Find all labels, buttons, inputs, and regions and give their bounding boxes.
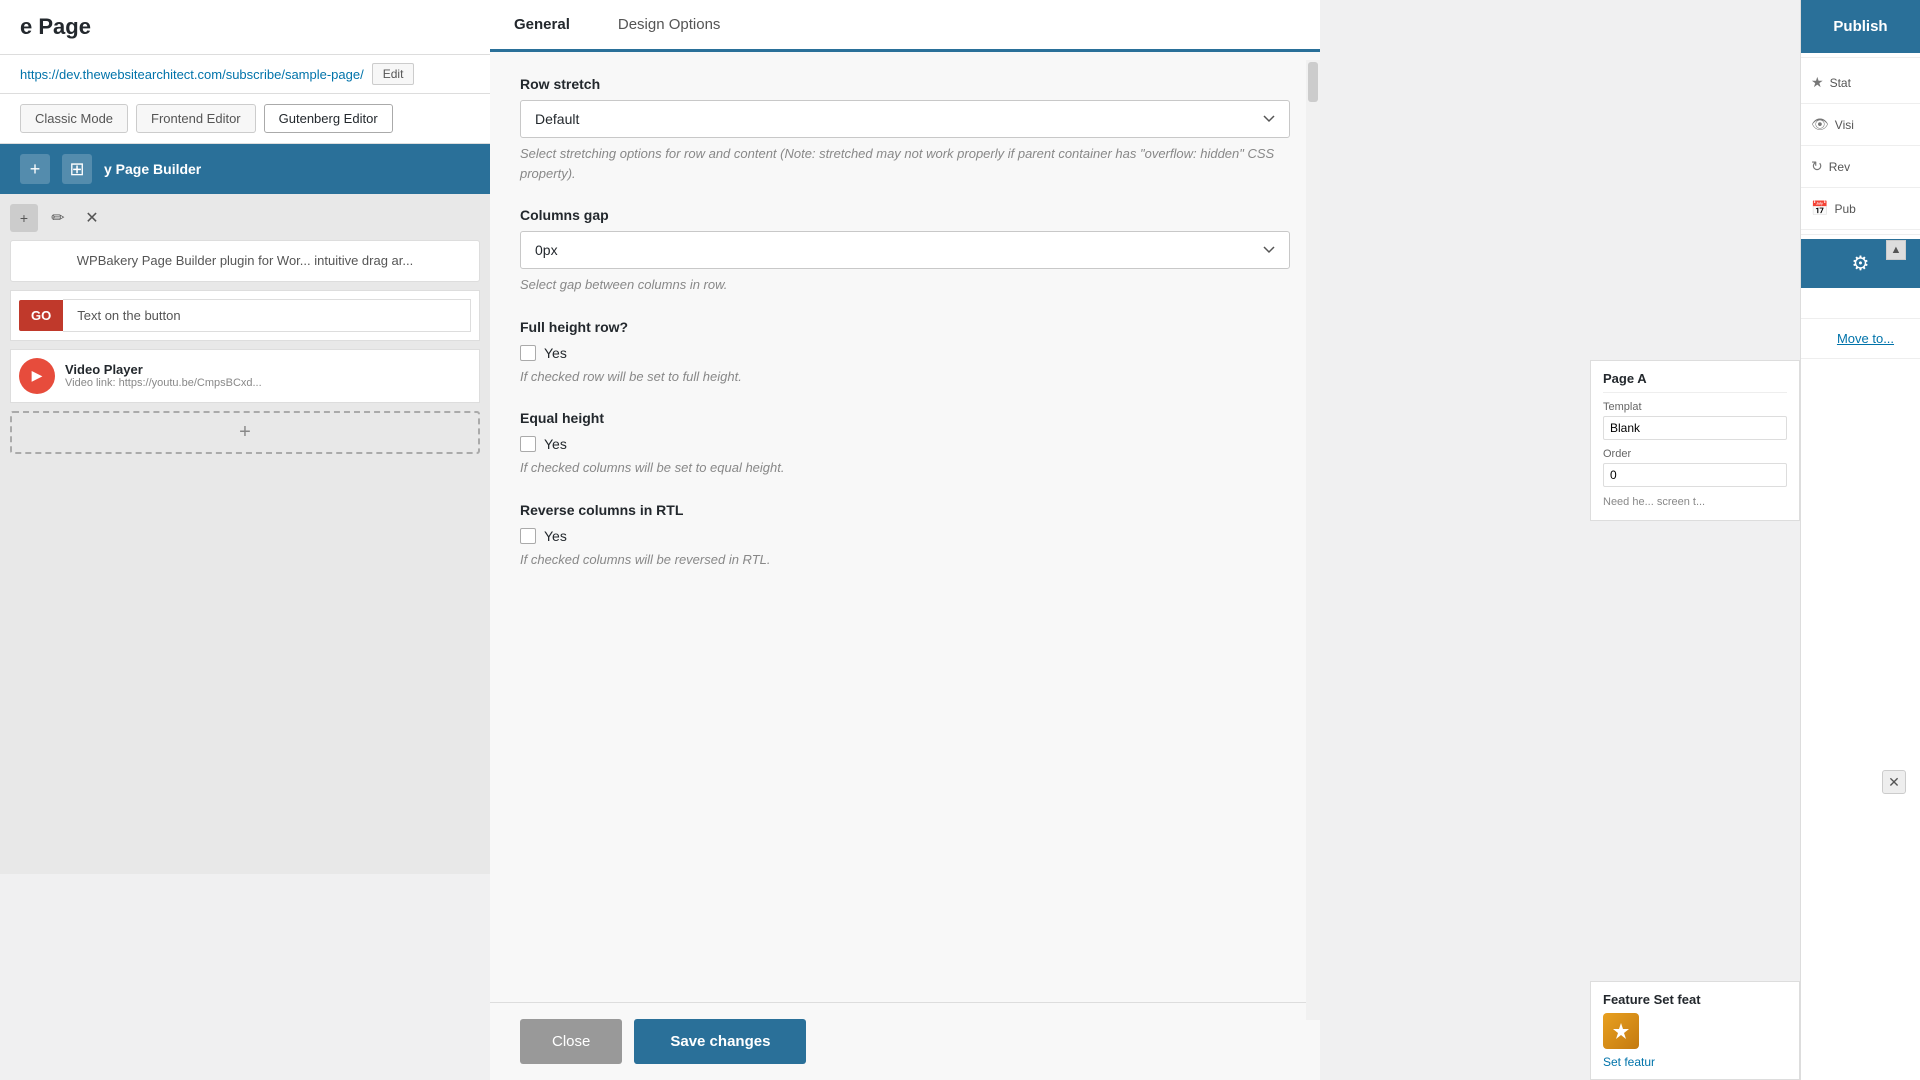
panel-close-button[interactable]: ✕ [1882,770,1906,794]
modal-scrollbar[interactable] [1306,60,1320,1020]
modal-body: Row stretch Default Stretch row Stretch … [490,52,1320,1002]
visibility-label: Visi [1835,118,1854,132]
video-widget: ▶ Video Player Video link: https://youtu… [10,349,480,403]
modal-panel: General Design Options Row stretch Defau… [490,0,1320,1080]
feature-icon-row [1603,1013,1787,1049]
page-attributes-panel: Page A Templat Order Need he... screen t… [1590,360,1800,521]
sidebar-revision[interactable]: ↻ Rev [1801,146,1920,188]
play-icon: ▶ [19,358,55,394]
gear-icon: ⚙ [1852,251,1870,276]
feature-set-panel: Feature Set feat Set featur [1590,981,1800,1080]
edit-button[interactable]: Edit [372,63,415,85]
reverse-rtl-checkbox-row: Yes [520,528,1290,544]
editor-tabs: Classic Mode Frontend Editor Gutenberg E… [0,94,490,144]
close-button[interactable]: Close [520,1019,622,1064]
columns-gap-group: Columns gap 0px 5px 10px 20px 30px 35px … [520,207,1290,295]
visibility-icon: 👁 [1811,116,1829,133]
equal-height-group: Equal height Yes If checked columns will… [520,410,1290,478]
page-title: e Page [0,0,490,55]
scrollbar-thumb [1308,62,1318,102]
video-info: Video Player Video link: https://youtu.b… [65,362,471,389]
row-stretch-group: Row stretch Default Stretch row Stretch … [520,76,1290,183]
equal-height-hint: If checked columns will be set to equal … [520,458,1290,478]
reverse-rtl-label: Reverse columns in RTL [520,502,1290,518]
delete-row-button[interactable]: ✕ [78,204,106,232]
order-label: Order [1603,448,1787,460]
modal-footer: Close Save changes [490,1002,1320,1080]
url-bar: https://dev.thewebsitearchitect.com/subs… [0,55,490,94]
full-height-label: Full height row? [520,319,1290,335]
columns-gap-label: Columns gap [520,207,1290,223]
content-block: WPBakery Page Builder plugin for Wor... … [10,240,480,282]
tab-classic[interactable]: Classic Mode [20,104,128,133]
row-stretch-select[interactable]: Default Stretch row Stretch row and cont… [520,100,1290,138]
tab-frontend[interactable]: Frontend Editor [136,104,256,133]
full-height-hint: If checked row will be set to full heigh… [520,367,1290,387]
add-new-row-button[interactable]: + [10,411,480,454]
page-attributes-note: Need he... screen t... [1603,495,1787,510]
full-height-yes-label: Yes [544,345,567,361]
row-controls: + ✏ ✕ [10,204,480,232]
tab-gutenberg[interactable]: Gutenberg Editor [264,104,393,133]
revision-label: Rev [1829,160,1850,174]
builder-title: y Page Builder [104,161,201,177]
modal-tabs: General Design Options [490,0,1320,52]
add-row-button[interactable]: + [20,154,50,184]
row-stretch-label: Row stretch [520,76,1290,92]
row-stretch-hint: Select stretching options for row and co… [520,144,1290,183]
edit-row-button[interactable]: ✏ [44,204,72,232]
feature-set-title: Feature Set feat [1603,992,1787,1007]
columns-gap-select[interactable]: 0px 5px 10px 20px 30px 35px [520,231,1290,269]
button-text-display: Text on the button [63,299,471,332]
content-block-text: WPBakery Page Builder plugin for Wor... … [21,251,469,271]
save-changes-button[interactable]: Save changes [634,1019,806,1064]
move-to-link[interactable]: Move to... [1827,323,1894,354]
feature-icon [1603,1013,1639,1049]
builder-header: + ⊞ y Page Builder [0,144,490,194]
sidebar-visibility[interactable]: 👁 Visi [1801,104,1920,146]
right-sidebar: Publish ★ Stat 👁 Visi ↻ Rev 📅 Pub ⚙ ▲ Mo… [1800,0,1920,1080]
video-title: Video Player [65,362,471,377]
add-element-button[interactable]: + [10,204,38,232]
full-height-checkbox[interactable] [520,345,536,361]
go-button[interactable]: GO [19,300,63,331]
full-height-group: Full height row? Yes If checked row will… [520,319,1290,387]
equal-height-label: Equal height [520,410,1290,426]
template-input[interactable] [1603,416,1787,440]
status-label: Stat [1830,76,1851,90]
button-widget: GO Text on the button [10,290,480,341]
scroll-up-button[interactable]: ▲ [1886,240,1906,260]
reverse-rtl-group: Reverse columns in RTL Yes If checked co… [520,502,1290,570]
equal-height-yes-label: Yes [544,436,567,452]
equal-height-checkbox[interactable] [520,436,536,452]
page-area: e Page https://dev.thewebsitearchitect.c… [0,0,490,1080]
builder-content: + ✏ ✕ WPBakery Page Builder plugin for W… [0,194,490,874]
publish-time-label: Pub [1834,202,1855,216]
set-featured-link[interactable]: Set featur [1603,1055,1787,1069]
reverse-rtl-checkbox[interactable] [520,528,536,544]
page-url-link[interactable]: https://dev.thewebsitearchitect.com/subs… [20,67,364,82]
layout-button[interactable]: ⊞ [62,154,92,184]
sidebar-status[interactable]: ★ Stat [1801,62,1920,104]
order-input[interactable] [1603,463,1787,487]
equal-height-checkbox-row: Yes [520,436,1290,452]
status-icon: ★ [1811,74,1824,91]
template-label: Templat [1603,401,1787,413]
reverse-rtl-hint: If checked columns will be reversed in R… [520,550,1290,570]
page-attributes-title: Page A [1603,371,1787,393]
tab-design-options[interactable]: Design Options [594,0,745,52]
publish-button[interactable]: Publish [1801,0,1920,53]
sidebar-publish-time[interactable]: 📅 Pub [1801,188,1920,230]
full-height-checkbox-row: Yes [520,345,1290,361]
calendar-icon: 📅 [1811,200,1828,217]
tab-general[interactable]: General [490,0,594,52]
video-url: Video link: https://youtu.be/CmpsBCxd... [65,377,471,389]
reverse-rtl-yes-label: Yes [544,528,567,544]
columns-gap-hint: Select gap between columns in row. [520,275,1290,295]
revision-icon: ↻ [1811,158,1823,175]
